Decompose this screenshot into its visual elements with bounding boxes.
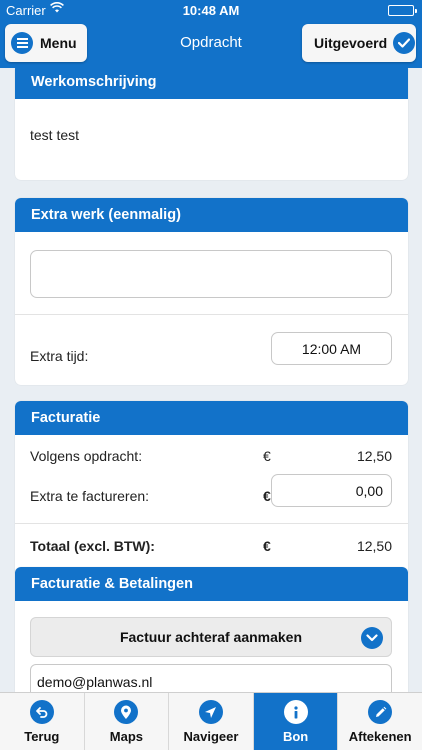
werkomschrijving-card: Werkomschrijving test test: [15, 68, 408, 180]
divider: [15, 523, 408, 524]
chevron-down-icon: [361, 627, 383, 649]
factuur-type-value: Factuur achteraf aanmaken: [119, 629, 303, 645]
volgens-opdracht-label: Volgens opdracht:: [30, 448, 143, 464]
totaal-value: 12,50: [356, 538, 392, 554]
tab-bon[interactable]: Bon: [253, 693, 339, 750]
currency-symbol: €: [263, 448, 271, 464]
extra-werk-header: Extra werk (eenmalig): [15, 198, 408, 232]
tab-terug[interactable]: Terug: [0, 693, 85, 750]
extra-factureren-label: Extra te factureren:: [30, 488, 150, 504]
tab-navigeer-label: Navigeer: [183, 729, 239, 744]
battery-icon: [388, 5, 417, 16]
info-icon: [283, 700, 308, 724]
navigate-arrow-icon: [198, 700, 223, 724]
werkomschrijving-text: test test: [30, 127, 80, 143]
extra-werk-textarea[interactable]: [30, 250, 392, 298]
top-bar: Carrier 10:48 AM Menu Opdracht Uitgevoer…: [0, 0, 422, 68]
extra-factureren-input[interactable]: 0,00: [271, 474, 392, 507]
totaal-label: Totaal (excl. BTW):: [30, 538, 155, 554]
facturatie-betalingen-card: Facturatie & Betalingen Factuur achteraf…: [15, 567, 408, 692]
email-field[interactable]: demo@planwas.nl: [30, 664, 392, 692]
tab-aftekenen-label: Aftekenen: [348, 729, 412, 744]
tab-navigeer[interactable]: Navigeer: [169, 693, 254, 750]
facturatie-card: Facturatie Volgens opdracht: € 12,50 Ext…: [15, 401, 408, 577]
volgens-opdracht-value: 12,50: [356, 448, 392, 464]
uitgevoerd-button[interactable]: Uitgevoerd: [302, 24, 416, 62]
extra-werk-card: Extra werk (eenmalig) Extra tijd: 12:00 …: [15, 198, 408, 385]
tab-terug-label: Terug: [24, 729, 60, 744]
back-arrow-icon: [29, 700, 54, 724]
clock-time: 10:48 AM: [182, 3, 240, 18]
werkomschrijving-header: Werkomschrijving: [15, 68, 408, 99]
tab-aftekenen[interactable]: Aftekenen: [338, 693, 422, 750]
facturatie-header: Facturatie: [15, 401, 408, 435]
extra-tijd-label: Extra tijd:: [30, 348, 89, 364]
tab-bon-label: Bon: [282, 729, 309, 744]
facturatie-betalingen-header: Facturatie & Betalingen: [15, 567, 408, 601]
tab-maps-label: Maps: [109, 729, 143, 744]
tab-maps[interactable]: Maps: [85, 693, 170, 750]
currency-symbol: €: [263, 538, 271, 554]
checkmark-icon: [393, 32, 416, 54]
currency-symbol: €: [263, 488, 271, 504]
status-bar: Carrier 10:48 AM: [0, 0, 422, 22]
extra-tijd-input[interactable]: 12:00 AM: [271, 332, 392, 365]
pencil-icon: [368, 700, 393, 724]
bottom-tab-bar: Terug Maps Navigeer Bon Aftekenen: [0, 692, 422, 750]
scroll-content[interactable]: Werkomschrijving test test Extra werk (e…: [0, 68, 422, 692]
divider: [15, 314, 408, 315]
uitgevoerd-button-label: Uitgevoerd: [314, 35, 388, 51]
factuur-type-select[interactable]: Factuur achteraf aanmaken: [30, 617, 392, 657]
map-pin-icon: [114, 700, 139, 724]
